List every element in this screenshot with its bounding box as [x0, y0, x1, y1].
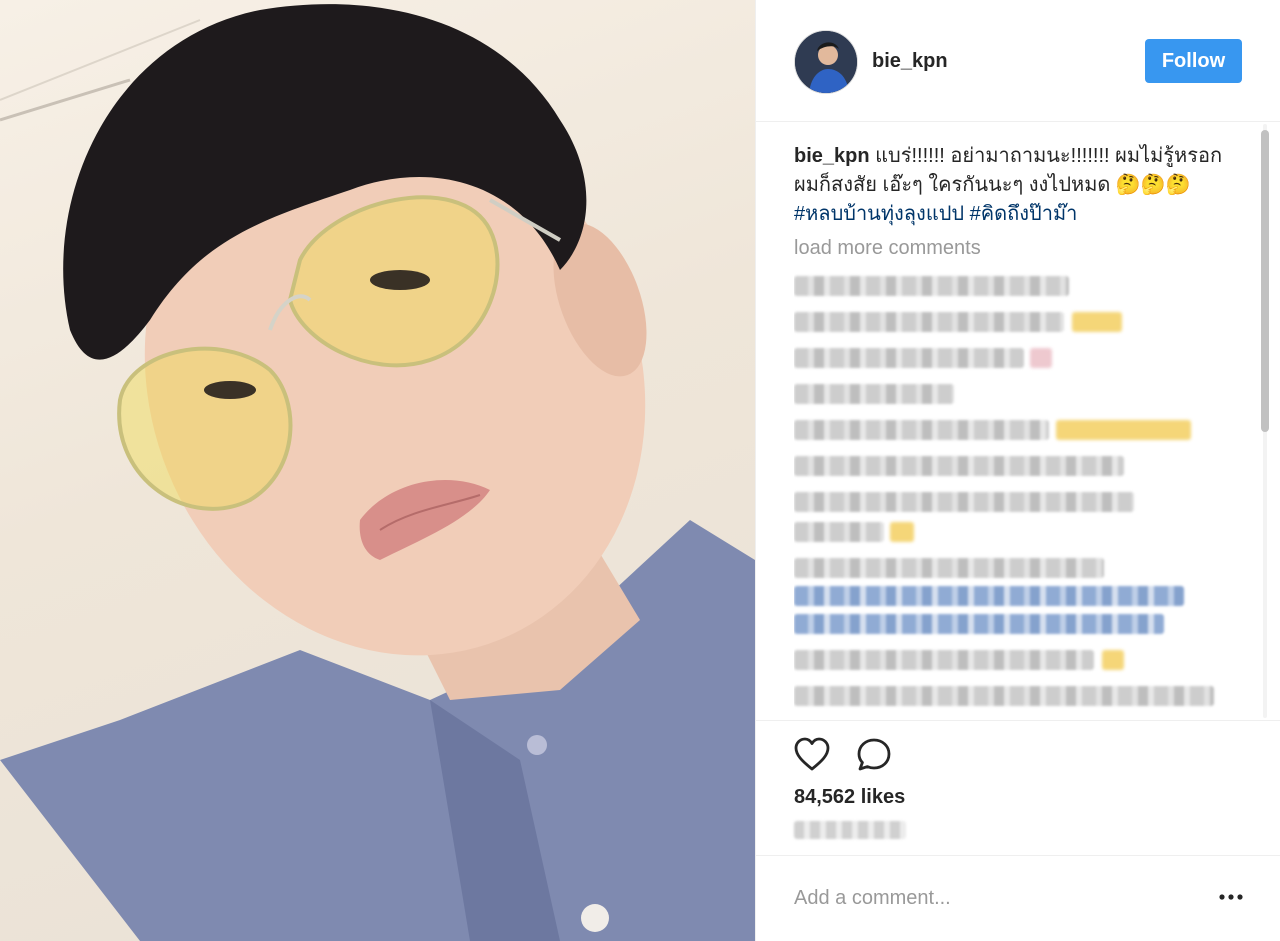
hashtag-link[interactable]: #หลบบ้านทุ่งลุงแปป: [794, 203, 964, 225]
blurred-comment: [794, 522, 914, 542]
blurred-comment: [794, 312, 1122, 332]
post-photo[interactable]: [0, 0, 755, 941]
avatar-image: [795, 31, 857, 93]
blurred-comment: [794, 558, 1104, 578]
blurred-comment: [794, 348, 1052, 368]
add-comment-input[interactable]: [794, 885, 1194, 911]
post-timestamp: [794, 821, 906, 839]
blurred-comment: [794, 276, 1069, 296]
blurred-comment: [794, 384, 954, 404]
header-username[interactable]: bie_kpn: [872, 50, 948, 73]
photo-illustration: [0, 4, 755, 941]
blurred-comment: [794, 614, 1164, 634]
ellipsis-icon[interactable]: [1216, 884, 1246, 910]
hashtag-link[interactable]: #คิดถึงป๊าม๊า: [970, 203, 1078, 225]
speech-bubble-icon[interactable]: [854, 735, 894, 775]
scrollbar-thumb[interactable]: [1261, 130, 1269, 432]
caption-username[interactable]: bie_kpn: [794, 145, 870, 167]
post-actions: 84,562 likes: [756, 720, 1280, 856]
blurred-comment: [794, 420, 1191, 440]
blurred-comment: [794, 686, 1214, 706]
follow-button[interactable]: Follow: [1145, 39, 1242, 83]
post-side-panel: bie_kpn Follow bie_kpn แบร่!!!!!! อย่ามา…: [755, 0, 1280, 941]
likes-count[interactable]: 84,562 likes: [794, 786, 905, 809]
load-more-comments-link[interactable]: load more comments: [794, 237, 1234, 260]
post-header: bie_kpn Follow: [756, 0, 1280, 122]
heart-outline-icon[interactable]: [792, 735, 832, 775]
comments-list: bie_kpn แบร่!!!!!! อย่ามาถามนะ!!!!!!! ผม…: [794, 142, 1234, 720]
blurred-comment: [794, 586, 1184, 606]
post-caption: bie_kpn แบร่!!!!!! อย่ามาถามนะ!!!!!!! ผม…: [794, 142, 1234, 229]
blurred-comment: [794, 650, 1124, 670]
avatar[interactable]: [794, 30, 858, 94]
blurred-comment: [794, 492, 1134, 512]
blurred-comment: [794, 456, 1124, 476]
comments-scrollbar[interactable]: [1258, 124, 1272, 718]
